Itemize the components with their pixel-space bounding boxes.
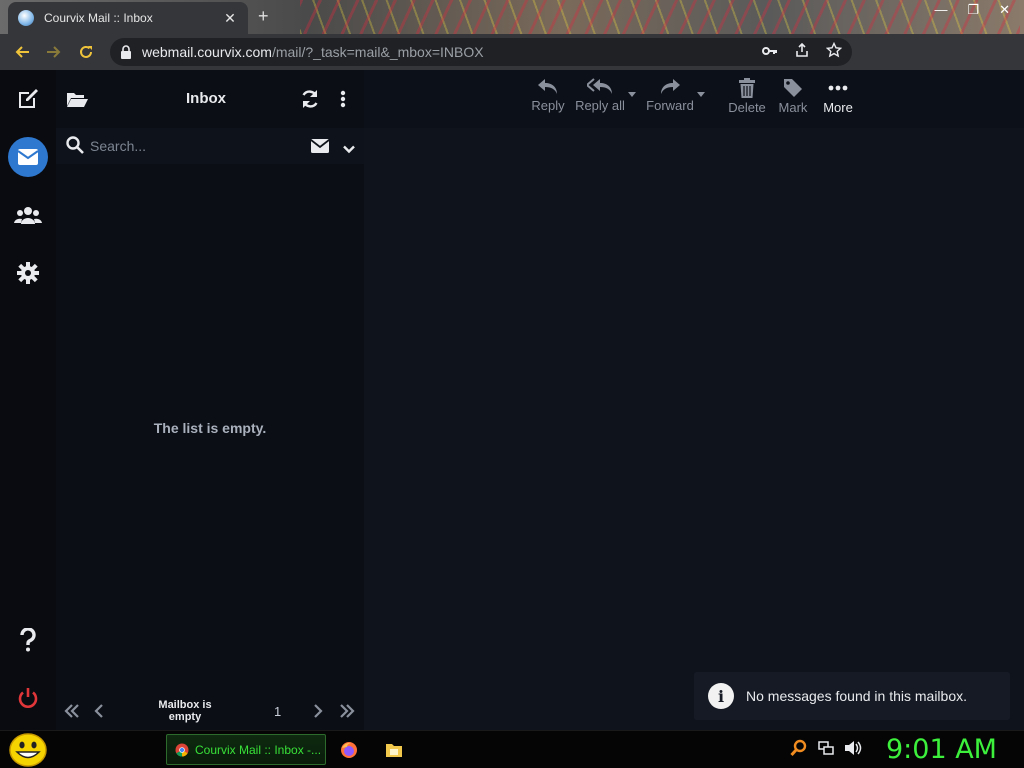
left-navigation-rail <box>0 70 56 730</box>
list-title: Inbox <box>186 90 226 107</box>
start-smiley-icon[interactable] <box>8 732 48 768</box>
os-taskbar: Courvix Mail :: Inbox -... 9:01 AM <box>0 730 1024 768</box>
system-tray <box>790 731 862 768</box>
message-list-pane: Inbox The list is empty. <box>56 70 364 730</box>
browser-toolbar: webmail.courvix.com/mail/?_task=mail&_mb… <box>0 34 1024 96</box>
compose-icon[interactable] <box>8 79 48 119</box>
logout-power-icon[interactable] <box>8 678 48 718</box>
toast-message: No messages found in this mailbox. <box>746 688 967 704</box>
reply-all-icon <box>587 78 612 94</box>
more-button[interactable]: More <box>806 78 870 115</box>
address-bar[interactable]: webmail.courvix.com/mail/?_task=mail&_mb… <box>110 38 852 66</box>
help-question-icon[interactable] <box>8 620 48 660</box>
list-pagination: Mailbox is empty 1 <box>56 696 364 726</box>
minimize-icon[interactable]: — <box>934 2 947 18</box>
folder-open-icon[interactable] <box>66 90 88 113</box>
forward-button[interactable]: Forward <box>638 78 702 113</box>
file-manager-folder-icon[interactable] <box>385 741 403 764</box>
previous-page-icon[interactable] <box>94 704 104 723</box>
reply-all-dropdown-icon[interactable] <box>628 92 636 97</box>
webmail-app: Inbox The list is empty. <box>0 70 1024 730</box>
mail-envelope-icon[interactable] <box>8 137 48 177</box>
list-options-icon[interactable] <box>340 90 346 113</box>
browser-tab-strip: Courvix Mail :: Inbox ✕ + — ❐ ✕ <box>0 0 1024 34</box>
refresh-icon[interactable] <box>300 89 320 114</box>
search-tray-icon[interactable] <box>790 739 808 762</box>
back-arrow-icon[interactable] <box>6 34 38 70</box>
key-icon[interactable] <box>762 44 778 61</box>
forward-arrow-icon[interactable] <box>38 34 70 70</box>
taskbar-window-title: Courvix Mail :: Inbox -... <box>195 742 322 757</box>
bookmark-star-icon[interactable] <box>825 41 843 62</box>
pager-status: Mailbox is empty <box>158 699 212 723</box>
lock-icon <box>121 45 131 59</box>
volume-speaker-icon[interactable] <box>844 740 862 761</box>
info-icon: i <box>708 683 734 709</box>
page-number: 1 <box>274 703 282 719</box>
omnibox-actions <box>762 38 843 66</box>
share-icon[interactable] <box>794 42 810 62</box>
tag-icon <box>784 79 802 97</box>
reply-all-label: Reply all <box>575 98 625 113</box>
search-options-chevron-down-icon[interactable] <box>343 141 355 159</box>
url-path: /mail/?_task=mail&_mbox=INBOX <box>271 44 484 60</box>
system-clock[interactable]: 9:01 AM <box>886 734 997 765</box>
message-content-pane: Reply Reply all Forward Delete Mark More… <box>364 70 1024 730</box>
restore-icon[interactable]: ❐ <box>967 2 979 18</box>
more-label: More <box>823 100 853 115</box>
trash-icon <box>739 78 755 98</box>
network-icon[interactable] <box>818 740 834 761</box>
tab-title: Courvix Mail :: Inbox <box>44 11 153 25</box>
site-favicon-icon <box>18 10 34 26</box>
tab-close-icon[interactable]: ✕ <box>222 10 238 27</box>
search-input[interactable] <box>90 136 300 156</box>
window-controls: — ❐ ✕ <box>934 2 1010 18</box>
search-icon[interactable] <box>66 136 84 159</box>
reply-icon <box>538 79 557 94</box>
list-header: Inbox <box>56 70 364 128</box>
forward-dropdown-icon[interactable] <box>697 92 705 97</box>
mark-label: Mark <box>778 100 808 115</box>
notification-toast[interactable]: i No messages found in this mailbox. <box>694 672 1010 720</box>
first-page-icon[interactable] <box>64 704 80 723</box>
reload-icon[interactable] <box>70 34 102 70</box>
taskbar-chrome-window[interactable]: Courvix Mail :: Inbox -... <box>166 734 326 765</box>
last-page-icon[interactable] <box>339 704 355 723</box>
empty-list-message: The list is empty. <box>153 420 267 436</box>
chrome-icon <box>175 743 189 756</box>
firefox-icon[interactable] <box>340 741 358 764</box>
settings-gear-icon[interactable] <box>8 253 48 293</box>
search-bar <box>56 128 364 164</box>
close-window-icon[interactable]: ✕ <box>999 2 1010 18</box>
new-tab-button[interactable]: + <box>258 6 269 27</box>
forward-icon <box>661 79 680 94</box>
forward-label: Forward <box>646 98 694 113</box>
reply-label: Reply <box>531 98 565 113</box>
contacts-users-icon[interactable] <box>8 195 48 235</box>
url-host: webmail.courvix.com <box>142 44 272 60</box>
next-page-icon[interactable] <box>313 704 323 723</box>
message-toolbar: Reply Reply all Forward Delete Mark More <box>364 70 1024 128</box>
search-scope-envelope-icon[interactable] <box>310 139 330 158</box>
reply-all-button[interactable]: Reply all <box>568 78 632 113</box>
url-text: webmail.courvix.com/mail/?_task=mail&_mb… <box>142 44 484 60</box>
browser-tab[interactable]: Courvix Mail :: Inbox ✕ <box>8 2 248 34</box>
more-dots-icon <box>828 85 848 91</box>
